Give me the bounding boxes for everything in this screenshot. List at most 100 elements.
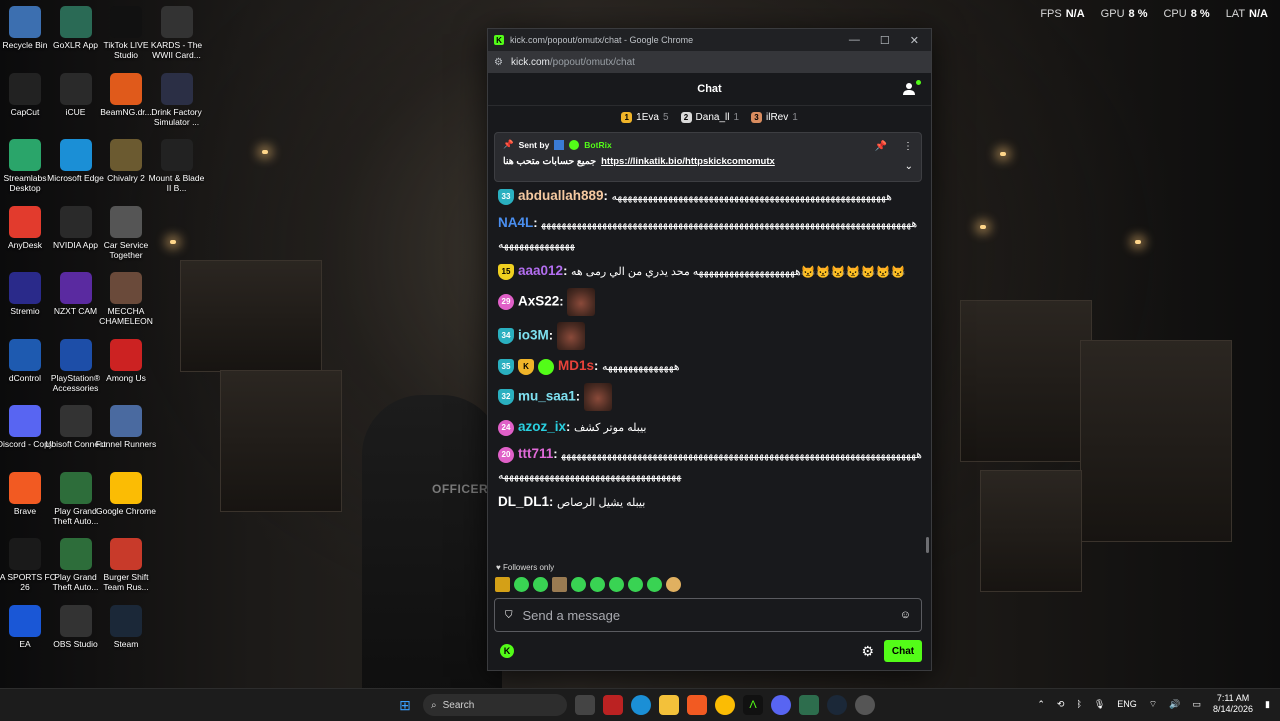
address-bar[interactable]: ⚙ kick.com/popout/omutx/chat (488, 51, 931, 73)
minimize-button[interactable]: — (849, 34, 860, 47)
performance-overlay: FPS N/A GPU 8 % CPU 8 % LAT N/A (1040, 8, 1268, 20)
chevron-down-icon[interactable]: ⌄ (905, 161, 913, 172)
battery-icon[interactable]: ▭ (1192, 699, 1201, 710)
pinned-link[interactable]: https://linkatik.bio/httpskickcomomutx (601, 156, 775, 167)
volume-icon[interactable]: 🔊 (1169, 699, 1180, 710)
chat-username[interactable]: io3M (518, 327, 549, 342)
network-icon[interactable]: ⟲ (1057, 699, 1065, 710)
bluetooth-icon[interactable]: ᛒ (1076, 699, 1081, 709)
app-icon[interactable] (603, 695, 623, 715)
more-options-icon[interactable]: ⋮ (903, 141, 913, 152)
chat-title: Chat (697, 83, 722, 95)
capcut-icon (9, 72, 41, 105)
chevron-up-icon[interactable]: ⌃ (1037, 699, 1045, 710)
subscriber-badge[interactable]: 24 (498, 419, 514, 436)
emoji-picker-icon[interactable]: ☺ (900, 609, 911, 621)
close-button[interactable]: ✕ (910, 34, 919, 47)
chat-message-text: بيبله موتر كشف (573, 422, 647, 434)
emote-quick-bar[interactable] (495, 577, 681, 592)
task-view-icon[interactable] (575, 695, 595, 715)
start-icon[interactable]: ⊞ (395, 695, 415, 715)
chat-send-button[interactable]: Chat (884, 640, 922, 662)
subscriber-badge[interactable]: 34 (498, 328, 514, 344)
cat-emote-icon: 😾 (845, 264, 861, 279)
emote-icon (495, 577, 510, 592)
pin-icon: 📌 (503, 139, 514, 149)
microphone-icon[interactable]: 🎙 (1094, 699, 1105, 710)
pinned-message[interactable]: 📌 Sent by BotRix جميع حسابات متحب هنا ht… (494, 132, 922, 182)
chat-username[interactable]: aaa012 (518, 263, 563, 278)
app-icon[interactable] (855, 695, 875, 715)
users-icon[interactable] (903, 80, 921, 96)
desktop-icon[interactable]: Burger Shift Team Rus... (95, 538, 157, 592)
search-box[interactable]: ⌕ Search (423, 694, 567, 716)
gifter-1[interactable]: 1 1Eva 5 (621, 111, 669, 123)
gifter-3[interactable]: 3 ilRev 1 (751, 111, 798, 123)
chat-message: 32 mu_saa1: (498, 383, 922, 411)
file-explorer-icon[interactable] (659, 695, 679, 715)
desktop-icon[interactable]: Steam (95, 604, 157, 649)
terminal-icon[interactable]: Λ (743, 695, 763, 715)
notification-icon[interactable]: ▮ (1265, 699, 1270, 710)
discord-icon[interactable] (771, 695, 791, 715)
desktop-icon[interactable]: Among Us (95, 338, 157, 383)
message-input[interactable]: ⛉ Send a message ☺ (494, 598, 922, 632)
chat-username[interactable]: AxS22 (518, 293, 559, 308)
chat-username[interactable]: abduallah889 (518, 188, 604, 203)
edge-icon[interactable] (631, 695, 651, 715)
site-settings-icon[interactable]: ⚙ (494, 57, 503, 68)
desktop-icon[interactable]: Google Chrome (95, 471, 157, 516)
subscriber-badge[interactable]: 35 (498, 358, 514, 375)
taskbar: ⊞ ⌕ Search Λ ⌃ ⟲ ᛒ 🎙 ENG ⌔ 🔊 ▭ 7:11 AM 8… (0, 688, 1280, 721)
gear-icon[interactable]: ⚙ (861, 643, 874, 660)
desktop-icon[interactable]: Car Service Together (95, 205, 157, 260)
clock[interactable]: 7:11 AM 8/14/2026 (1213, 693, 1253, 715)
subscriber-badge[interactable]: 15 (498, 263, 514, 280)
desktop-icon[interactable]: KARDS - The WWII Card... (146, 6, 208, 60)
meccha-icon (110, 272, 142, 304)
subscriber-badge[interactable]: 33 (498, 188, 514, 205)
steam-icon (110, 604, 142, 637)
chat-username[interactable]: ttt711 (518, 446, 553, 461)
gifter-2[interactable]: 2 Dana_ll 1 (680, 111, 739, 123)
desktop-icon[interactable]: MECCHA CHAMELEON (95, 272, 157, 326)
steam-icon[interactable] (827, 695, 847, 715)
desktop-icon[interactable]: Mount & Blade II B... (146, 139, 208, 193)
chat-username[interactable]: mu_saa1 (518, 388, 576, 403)
desktop-icon[interactable]: Funnel Runners (95, 405, 157, 449)
emote-icon (609, 577, 624, 592)
brave-icon[interactable] (687, 695, 707, 715)
subscriber-badge[interactable]: 20 (498, 446, 514, 463)
kick-points-icon[interactable]: K (500, 644, 514, 658)
chat-message: 24 azoz_ix: بيبله موتر كشف (498, 417, 922, 438)
funnel-runners-icon (110, 405, 142, 437)
officer-text: OFFICER (432, 482, 489, 496)
chat-username[interactable]: DL_DL1 (498, 494, 549, 509)
subscriber-badge[interactable]: 32 (498, 389, 514, 405)
founder-badge-icon[interactable]: K (518, 358, 534, 375)
scrollbar[interactable] (926, 537, 929, 553)
maximize-button[interactable]: ☐ (880, 34, 890, 47)
chivalry-icon (110, 139, 142, 171)
chat-username[interactable]: azoz_ix (518, 419, 566, 434)
unpin-icon[interactable]: 📌 (875, 141, 887, 152)
chrome-icon[interactable] (715, 695, 735, 715)
desktop-icon-label: Car Service Together (103, 239, 149, 260)
chat-username[interactable]: NA4L (498, 215, 533, 230)
desktop-icon[interactable]: Drink Factory Simulator ... (146, 72, 208, 127)
desktop-icon-label: Google Chrome (95, 505, 156, 516)
ubisoft-icon (59, 405, 92, 437)
wifi-icon[interactable]: ⌔ (1149, 699, 1157, 710)
language-indicator[interactable]: ENG (1117, 699, 1137, 709)
pinned-username[interactable]: BotRix (584, 140, 611, 150)
edge-icon (59, 139, 92, 171)
desktop-icon-label: Among Us (106, 372, 146, 383)
subscriber-badge[interactable]: 29 (498, 294, 514, 310)
sparkle-badge-icon[interactable] (538, 358, 554, 375)
chat-message: NA4L: هههههههههههههههههههههههههههههههههه… (498, 213, 922, 255)
goxlr-icon[interactable] (799, 695, 819, 715)
chat-message: DL_DL1: بيبله يشيل الرصاص (498, 492, 922, 513)
chat-username[interactable]: MD1s (558, 358, 594, 373)
title-bar[interactable]: K kick.com/popout/omutx/chat - Google Ch… (488, 29, 931, 51)
emote-icon (571, 577, 586, 592)
